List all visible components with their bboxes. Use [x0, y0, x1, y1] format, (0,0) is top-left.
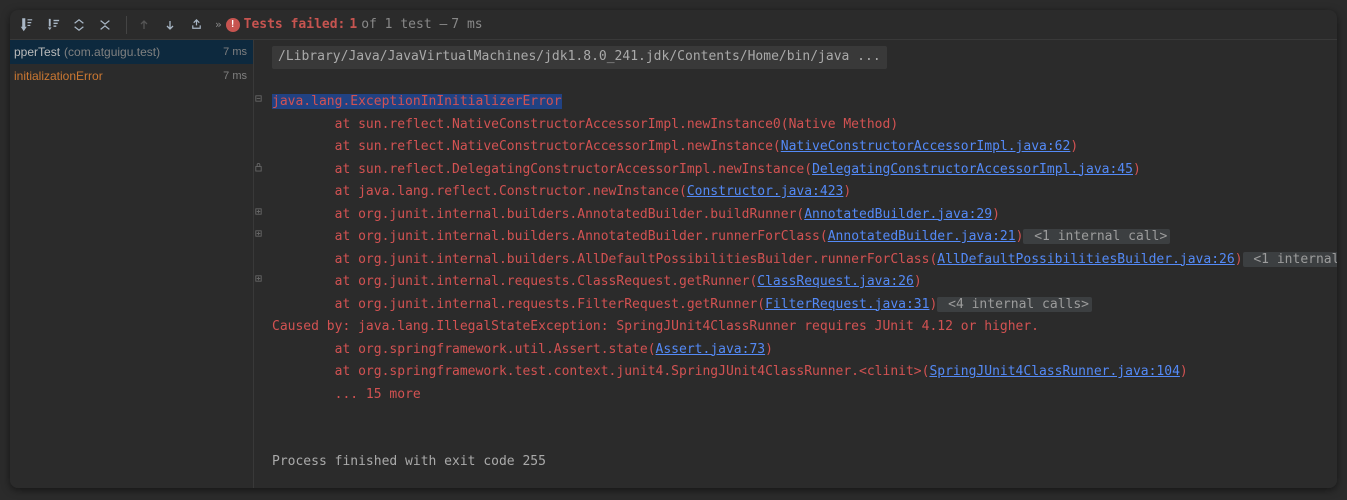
stack-frame: at org.junit.internal.builders.Annotated… [272, 204, 1337, 227]
expand-icon[interactable] [254, 207, 270, 230]
expand-all-icon[interactable] [68, 14, 90, 36]
command-line: /Library/Java/JavaVirtualMachines/jdk1.8… [272, 46, 1337, 69]
fold-icon[interactable] [254, 94, 270, 117]
source-link[interactable]: AnnotatedBuilder.java:29 [804, 207, 992, 222]
sort-duration-icon[interactable] [42, 14, 64, 36]
sort-alpha-icon[interactable] [16, 14, 38, 36]
failed-count: 1 [349, 17, 357, 32]
source-link[interactable]: NativeConstructorAccessorImpl.java:62 [781, 139, 1071, 154]
node-label: pperTest [14, 45, 60, 59]
chevron-right-icon[interactable]: » [215, 18, 222, 31]
console-lines: /Library/Java/JavaVirtualMachines/jdk1.8… [270, 46, 1337, 482]
source-link[interactable]: Constructor.java:423 [687, 184, 844, 199]
run-tool-window: » ! Tests failed: 1 of 1 test – 7 ms ppe… [10, 10, 1337, 488]
lock-icon[interactable] [254, 162, 270, 185]
node-label: initializationError [14, 69, 103, 83]
test-status: ! Tests failed: 1 of 1 test – 7 ms [226, 17, 483, 32]
caused-by-line: Caused by: java.lang.IllegalStateExcepti… [272, 316, 1337, 339]
more-line: ... 15 more [272, 384, 1337, 407]
source-link[interactable]: SpringJUnit4ClassRunner.java:104 [929, 364, 1179, 379]
node-time: 7 ms [217, 70, 247, 82]
exit-line: Process finished with exit code 255 [272, 451, 1337, 474]
test-tree[interactable]: pperTest (com.atguigu.test) 7 ms initial… [10, 40, 254, 488]
stack-frame: at org.springframework.util.Assert.state… [272, 339, 1337, 362]
separator [126, 16, 127, 34]
node-time: 7 ms [217, 46, 247, 58]
collapse-all-icon[interactable] [94, 14, 116, 36]
stack-frame: at org.junit.internal.builders.Annotated… [272, 226, 1337, 249]
test-method-node[interactable]: initializationError 7 ms [10, 64, 253, 88]
source-link[interactable]: AnnotatedBuilder.java:21 [828, 229, 1016, 244]
internal-call-badge[interactable]: <1 internal call> [1023, 229, 1170, 244]
error-badge-icon: ! [226, 18, 240, 32]
stack-frame: at sun.reflect.NativeConstructorAccessor… [272, 114, 1337, 137]
stack-frame: at org.junit.internal.requests.FilterReq… [272, 294, 1337, 317]
status-label: Tests failed: [244, 17, 346, 32]
prev-failed-icon[interactable] [133, 14, 155, 36]
stack-frame: at org.springframework.test.context.juni… [272, 361, 1337, 384]
source-link[interactable]: FilterRequest.java:31 [765, 297, 929, 312]
source-link[interactable]: Assert.java:73 [656, 342, 766, 357]
expand-icon[interactable] [254, 229, 270, 252]
stack-frame: at org.junit.internal.requests.ClassRequ… [272, 271, 1337, 294]
source-link[interactable]: ClassRequest.java:26 [757, 274, 914, 289]
source-link[interactable]: AllDefaultPossibilitiesBuilder.java:26 [937, 252, 1234, 267]
test-class-node[interactable]: pperTest (com.atguigu.test) 7 ms [10, 40, 253, 64]
stack-frame: at sun.reflect.NativeConstructorAccessor… [272, 136, 1337, 159]
export-icon[interactable] [185, 14, 207, 36]
test-toolbar: » ! Tests failed: 1 of 1 test – 7 ms [10, 10, 1337, 40]
node-package: (com.atguigu.test) [64, 45, 160, 59]
console-output[interactable]: /Library/Java/JavaVirtualMachines/jdk1.8… [254, 40, 1337, 488]
exception-line: java.lang.ExceptionInInitializerError [272, 91, 1337, 114]
next-failed-icon[interactable] [159, 14, 181, 36]
internal-call-badge[interactable]: <4 internal calls> [937, 297, 1092, 312]
status-of: of 1 test – [361, 17, 447, 32]
console-gutter [254, 46, 270, 482]
status-duration: 7 ms [451, 17, 482, 32]
internal-call-badge[interactable]: <1 internal call> [1243, 252, 1337, 267]
stack-frame: at sun.reflect.DelegatingConstructorAcce… [272, 159, 1337, 182]
expand-icon[interactable] [254, 274, 270, 297]
source-link[interactable]: DelegatingConstructorAccessorImpl.java:4… [812, 162, 1133, 177]
stack-frame: at org.junit.internal.builders.AllDefaul… [272, 249, 1337, 272]
stack-frame: at java.lang.reflect.Constructor.newInst… [272, 181, 1337, 204]
